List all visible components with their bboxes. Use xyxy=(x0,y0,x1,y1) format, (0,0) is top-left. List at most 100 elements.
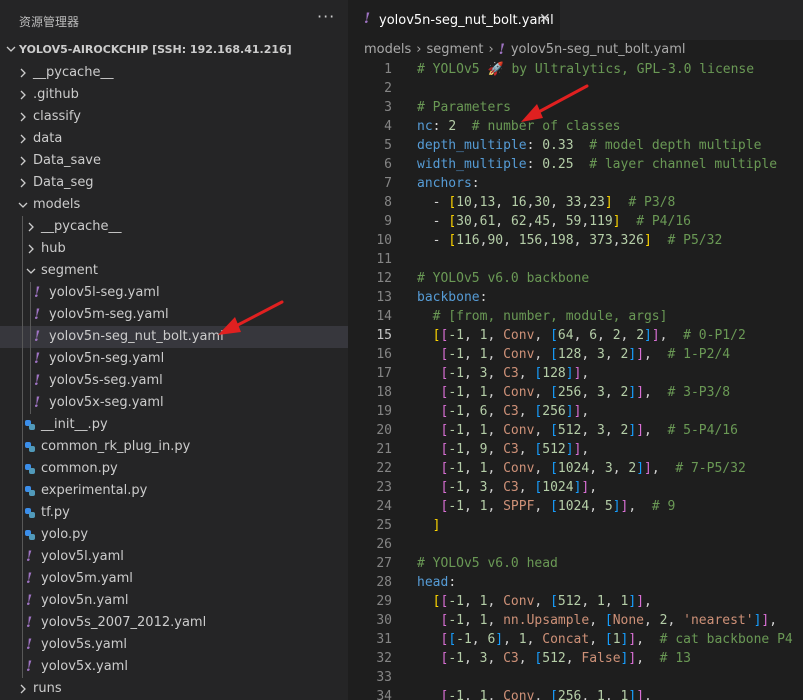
code-token: , xyxy=(589,632,605,647)
breadcrumb-file[interactable]: yolov5n-seg_nut_bolt.yaml xyxy=(511,42,686,57)
file-yolov5x-yaml[interactable]: ! yolov5x.yaml xyxy=(0,656,348,678)
file-yolov5l-seg-yaml[interactable]: ! yolov5l-seg.yaml xyxy=(0,282,348,304)
line-number: 23 xyxy=(376,480,392,495)
code-line[interactable]: 29 [[-1, 1, Conv, [512, 1, 1]], xyxy=(348,593,803,612)
code-line[interactable]: 14 # [from, number, module, args] xyxy=(348,308,803,327)
code-line[interactable]: 26 xyxy=(348,536,803,555)
folder-models[interactable]: models xyxy=(0,194,348,216)
code-line[interactable]: 21 [-1, 9, C3, [512]], xyxy=(348,441,803,460)
code-line[interactable]: 16 [-1, 1, Conv, [128, 3, 2]], # 1-P2/4 xyxy=(348,346,803,365)
folder-segment[interactable]: segment xyxy=(0,260,348,282)
breadcrumb-separator-icon: › xyxy=(488,42,494,57)
folder-data-save[interactable]: Data_save xyxy=(0,150,348,172)
workspace-root[interactable]: YOLOV5-AIROCKCHIP [SSH: 192.168.41.216] xyxy=(0,40,348,60)
file-yolov5l-yaml[interactable]: ! yolov5l.yaml xyxy=(0,546,348,568)
file-experimental-py[interactable]: experimental.py xyxy=(0,480,348,502)
folder-runs[interactable]: runs xyxy=(0,678,348,700)
folder-classify[interactable]: classify xyxy=(0,106,348,128)
file-tf-py[interactable]: tf.py xyxy=(0,502,348,524)
code-line[interactable]: 25 ] xyxy=(348,517,803,536)
code-line[interactable]: 8 - [10,13, 16,30, 33,23] # P3/8 xyxy=(348,194,803,213)
code-line[interactable]: 19 [-1, 6, C3, [256]], xyxy=(348,403,803,422)
folder-data[interactable]: data xyxy=(0,128,348,150)
code-line[interactable]: 32 [-1, 3, C3, [512, False]], # 13 xyxy=(348,650,803,669)
code-line[interactable]: 5 depth_multiple: 0.33 # model depth mult… xyxy=(348,137,803,156)
code-line[interactable]: 1 # YOLOv5 🚀 by Ultralytics, GPL-3.0 lice… xyxy=(348,61,803,80)
folder-hub[interactable]: hub xyxy=(0,238,348,260)
code-line[interactable]: 30 [-1, 1, nn.Upsample, [None, 2, 'neare… xyxy=(348,612,803,631)
tree-item-label: yolov5n-seg.yaml xyxy=(49,351,165,366)
file-yolov5m-seg-yaml[interactable]: ! yolov5m-seg.yaml xyxy=(0,304,348,326)
more-actions-icon[interactable]: ··· xyxy=(317,7,335,26)
folder-pycache[interactable]: __pycache__ xyxy=(0,62,348,84)
code-line[interactable]: 24 [-1, 1, SPPF, [1024, 5]], # 9 xyxy=(348,498,803,517)
code-line[interactable]: 6 width_multiple: 0.25 # layer channel mu… xyxy=(348,156,803,175)
code-line[interactable]: 31 [[-1, 6], 1, Concat, [1]], # cat back… xyxy=(348,631,803,650)
code-line[interactable]: 15 [[-1, 1, Conv, [64, 6, 2, 2]], # 0-P1… xyxy=(348,327,803,346)
folder-data-seg[interactable]: Data_seg xyxy=(0,172,348,194)
tree-item-label: __init__.py xyxy=(41,417,108,432)
code-line[interactable]: 20 [-1, 1, Conv, [512, 3, 2]], # 5-P4/16 xyxy=(348,422,803,441)
code-line[interactable]: 13 backbone: xyxy=(348,289,803,308)
code-text: [[-1, 6], 1, Concat, [1]], # cat backbon… xyxy=(417,632,792,647)
file-yolo-py[interactable]: yolo.py xyxy=(0,524,348,546)
code-token: , xyxy=(604,347,621,362)
code-token: , xyxy=(769,613,778,628)
code-token: , xyxy=(612,233,621,248)
code-line[interactable]: 7 anchors: xyxy=(348,175,803,194)
code-line[interactable]: 9 - [30,61, 62,45, 59,119] # P4/16 xyxy=(348,213,803,232)
code-line[interactable]: 18 [-1, 1, Conv, [256, 3, 2]], # 3-P3/8 xyxy=(348,384,803,403)
code-token: 59 xyxy=(565,214,582,229)
file-yolov5s-seg-yaml[interactable]: ! yolov5s-seg.yaml xyxy=(0,370,348,392)
file-yolov5s-yaml[interactable]: ! yolov5s.yaml xyxy=(0,634,348,656)
tree-item-label: Data_seg xyxy=(33,175,94,190)
tab-yolov5n-seg-nut-bolt[interactable]: ! yolov5n-seg_nut_bolt.yaml ✕ xyxy=(348,0,560,40)
code-token: , xyxy=(565,651,582,666)
code-line[interactable]: 34 [-1, 1, Conv, [256, 1, 1]], xyxy=(348,688,803,700)
code-line[interactable]: 10 - [116,90, 156,198, 373,326] # P5/32 xyxy=(348,232,803,251)
yaml-file-icon: ! xyxy=(26,593,33,609)
code-line[interactable]: 12 # YOLOv5 v6.0 backbone xyxy=(348,270,803,289)
code-token: , xyxy=(573,328,590,343)
folder-pycache[interactable]: __pycache__ xyxy=(0,216,348,238)
file-yolov5n-yaml[interactable]: ! yolov5n.yaml xyxy=(0,590,348,612)
code-token: ] xyxy=(651,328,660,343)
code-token: -1 xyxy=(448,461,464,476)
close-icon[interactable]: ✕ xyxy=(539,11,551,27)
code-line[interactable]: 33 xyxy=(348,669,803,688)
line-number: 6 xyxy=(384,157,392,172)
file-init-py[interactable]: __init__.py xyxy=(0,414,348,436)
code-line[interactable]: 17 [-1, 3, C3, [128]], xyxy=(348,365,803,384)
code-token: , xyxy=(518,480,535,495)
code-editor[interactable]: 1 # YOLOv5 🚀 by Ultralytics, GPL-3.0 lice… xyxy=(348,61,803,700)
code-line[interactable]: 11 xyxy=(348,251,803,270)
code-line[interactable]: 23 [-1, 3, C3, [1024]], xyxy=(348,479,803,498)
file-common-rk-plug-in-py[interactable]: common_rk_plug_in.py xyxy=(0,436,348,458)
code-line[interactable]: 22 [-1, 1, Conv, [1024, 3, 2]], # 7-P5/3… xyxy=(348,460,803,479)
file-common-py[interactable]: common.py xyxy=(0,458,348,480)
tree-item-label: hub xyxy=(41,241,66,256)
file-yolov5x-seg-yaml[interactable]: ! yolov5x-seg.yaml xyxy=(0,392,348,414)
code-token: , xyxy=(526,632,543,647)
file-yolov5n-seg-yaml[interactable]: ! yolov5n-seg.yaml xyxy=(0,348,348,370)
code-line[interactable]: 27 # YOLOv5 v6.0 head xyxy=(348,555,803,574)
code-token: , xyxy=(620,328,637,343)
file-yolov5n-seg-nut-bolt-yaml[interactable]: ! yolov5n-seg_nut_bolt.yaml xyxy=(0,326,348,348)
yaml-file-icon: ! xyxy=(34,373,41,389)
tree-item-label: yolov5s-seg.yaml xyxy=(49,373,163,388)
code-token: 0.25 xyxy=(542,157,574,172)
file-yolov5m-yaml[interactable]: ! yolov5m.yaml xyxy=(0,568,348,590)
file-yolov5s-2007-2012-yaml[interactable]: ! yolov5s_2007_2012.yaml xyxy=(0,612,348,634)
code-token: ] xyxy=(628,594,637,609)
code-token: C3 xyxy=(503,480,519,495)
breadcrumb-models[interactable]: models xyxy=(364,42,411,57)
code-token: [ xyxy=(550,347,558,362)
code-token: 256 xyxy=(557,385,582,400)
folder-github[interactable]: .github xyxy=(0,84,348,106)
breadcrumb-segment[interactable]: segment xyxy=(426,42,483,57)
code-token: Conv xyxy=(503,689,535,700)
code-token: Conv xyxy=(503,461,535,476)
code-line[interactable]: 28 head: xyxy=(348,574,803,593)
